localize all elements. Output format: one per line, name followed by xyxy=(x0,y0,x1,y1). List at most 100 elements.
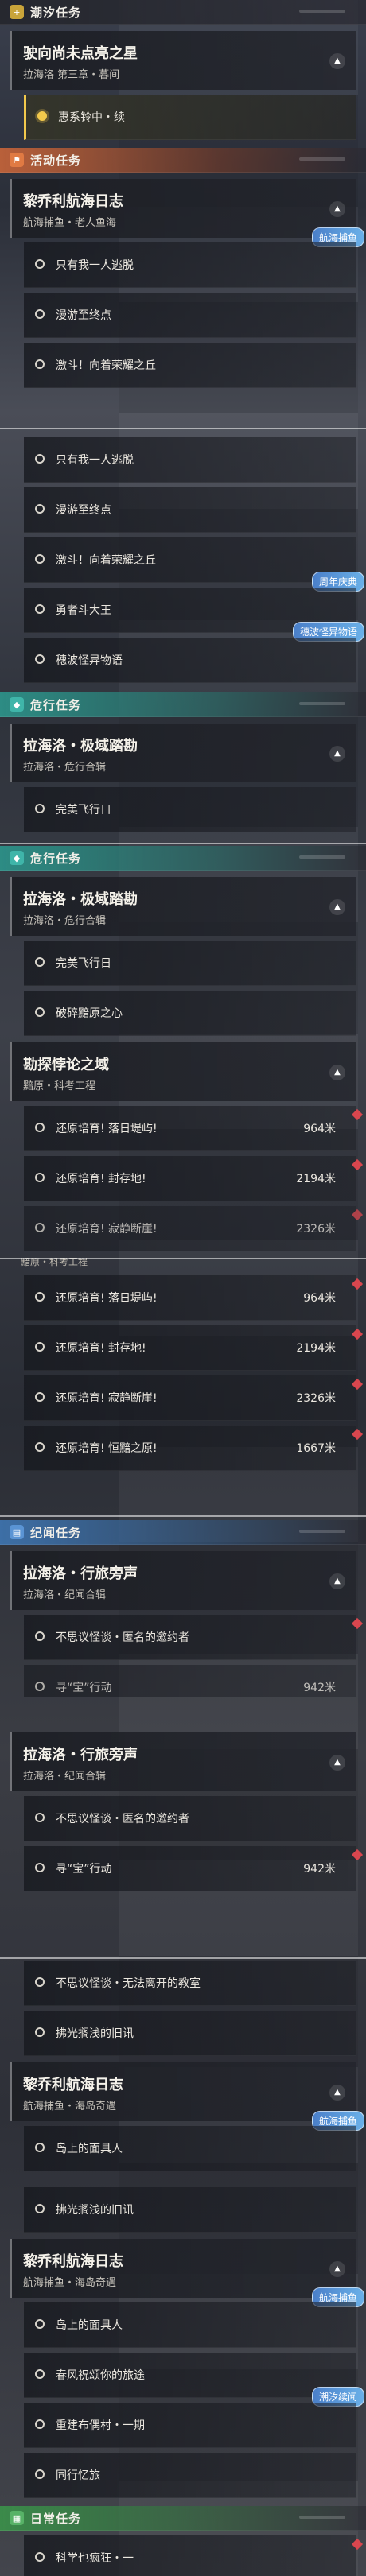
quest-item[interactable]: 只有我一人逃脱 xyxy=(24,242,356,288)
circle-icon xyxy=(35,804,45,813)
collapse-icon[interactable]: ▲ xyxy=(329,899,345,915)
quest-card[interactable]: 拉海洛・行旅旁声 拉海洛・纪闻合辑 ▲ xyxy=(10,1551,356,1610)
distance-label: 964米 xyxy=(303,1123,336,1135)
quest-item[interactable]: 不思议怪谈・无法离开的教室 xyxy=(24,1961,356,2006)
circle-icon xyxy=(35,2369,45,2379)
item-label: 春风祝颂你的旅途 xyxy=(56,2369,145,2382)
header-decoration xyxy=(299,157,345,161)
item-label: 还原培育! 寂静断崖! xyxy=(56,1392,158,1405)
quest-item[interactable]: 穗波怪异物语 xyxy=(24,638,356,683)
circle-icon xyxy=(35,2143,45,2152)
item-label: 岛上的面具人 xyxy=(56,2319,123,2332)
screenshot-divider xyxy=(0,1957,366,1959)
quest-item[interactable]: 还原培育! 封存地! 2194米 xyxy=(24,1156,364,1201)
quest-card[interactable]: 黎乔利航海日志 航海捕鱼・海岛奇遇 ▲ 航海捕鱼 xyxy=(10,2239,364,2307)
quest-item[interactable]: 拂光搁浅的旧讯 xyxy=(24,2011,356,2056)
collapse-icon[interactable]: ▲ xyxy=(329,2085,345,2101)
quest-card[interactable]: 黎乔利航海日志 航海捕鱼・海岛奇遇 ▲ 航海捕鱼 xyxy=(10,2062,364,2131)
map-marker-icon xyxy=(351,1208,364,1221)
item-label: 不思议怪谈・匿名的邀约者 xyxy=(56,1631,189,1644)
quest-item[interactable]: 完美飞行日 xyxy=(24,941,356,986)
collapse-icon[interactable]: ▲ xyxy=(329,2261,345,2277)
quest-title: 黎乔利航海日志 xyxy=(23,2077,123,2093)
quest-card[interactable]: 驶向尚未点亮之星 拉海洛 第三章・暮间 ▲ xyxy=(10,31,356,90)
screenshot-divider xyxy=(0,1258,366,1259)
quest-item[interactable]: 漫游至终点 xyxy=(24,487,356,533)
screenshot-explore-list: 黯原・科考工程 还原培育! 落日堤屿! 964米 还原培育! 封存地! 2194… xyxy=(0,1258,366,1515)
warning-icon: ◆ xyxy=(10,851,24,865)
quest-card[interactable]: 拉海洛・行旅旁声 拉海洛・纪闻合辑 ▲ xyxy=(10,1732,356,1791)
quest-item[interactable]: 同行忆旅 xyxy=(24,2453,356,2498)
section-header-danger[interactable]: ◆ 危行任务 xyxy=(0,692,366,717)
quest-item[interactable]: 不思议怪谈・匿名的邀约者 xyxy=(24,1796,356,1841)
item-label: 重建布偶村・一期 xyxy=(56,2419,145,2432)
circle-icon xyxy=(35,359,45,369)
map-marker-icon xyxy=(351,1108,364,1121)
section-header-lore[interactable]: ▤ 纪闻任务 xyxy=(0,1520,366,1545)
warning-icon: ◆ xyxy=(10,697,24,712)
section-header-danger[interactable]: ◆ 危行任务 xyxy=(0,846,366,871)
quest-item[interactable]: 激斗！向着荣耀之丘 周年庆典 xyxy=(24,537,364,592)
quest-item[interactable]: 寻“宝”行动 942米 xyxy=(24,1846,364,1891)
item-label: 穗波怪异物语 xyxy=(56,654,123,667)
circle-icon xyxy=(35,1682,45,1691)
distance-label: 2194米 xyxy=(296,1342,336,1355)
quest-item[interactable]: 还原培育! 寂静断崖! 2326米 xyxy=(24,1375,364,1421)
item-label: 只有我一人逃脱 xyxy=(56,454,134,467)
quest-item[interactable]: 完美飞行日 xyxy=(24,787,356,832)
section-header-daily[interactable]: ▦ 日常任务 xyxy=(0,2506,366,2531)
item-label: 破碎黯原之心 xyxy=(56,1007,123,1020)
quest-item[interactable]: 还原培育! 封存地! 2194米 xyxy=(24,1325,364,1371)
collapse-icon[interactable]: ▲ xyxy=(329,1755,345,1771)
circle-icon xyxy=(35,1342,45,1352)
quest-item[interactable]: 重建布偶村・一期 xyxy=(24,2403,356,2448)
quest-item[interactable]: 只有我一人逃脱 xyxy=(24,437,356,483)
circle-icon xyxy=(35,2204,45,2213)
quest-item[interactable]: 破碎黯原之心 xyxy=(24,991,356,1036)
plus-icon: + xyxy=(10,5,24,19)
quest-title: 黎乔利航海日志 xyxy=(23,2253,123,2270)
quest-item[interactable]: 还原培育! 落日堤屿! 964米 xyxy=(24,1106,364,1151)
quest-item[interactable]: 春风祝颂你的旅途 潮汐续闻 xyxy=(24,2353,364,2407)
quest-item[interactable]: 岛上的面具人 xyxy=(24,2126,356,2171)
quest-item[interactable]: 寻“宝”行动 942米 xyxy=(24,1665,356,1697)
collapse-icon[interactable]: ▲ xyxy=(329,1065,345,1080)
quest-item[interactable]: 还原培育! 寂静断崖! 2326米 xyxy=(24,1206,364,1251)
quest-item[interactable]: 还原培育! 恒黯之原! 1667米 xyxy=(24,1426,364,1471)
item-label: 寻“宝”行动 xyxy=(56,1682,112,1694)
quest-item[interactable]: 拂光搁浅的旧讯 xyxy=(24,2187,356,2233)
quest-card[interactable]: 拉海洛・极域踏勘 拉海洛・危行合辑 ▲ xyxy=(10,877,356,936)
quest-card[interactable]: 勘探悖论之域 黯原・科考工程 ▲ xyxy=(10,1042,356,1101)
quest-item[interactable]: 岛上的面具人 xyxy=(24,2302,356,2348)
quest-item-active[interactable]: 惠系铃中・续 xyxy=(24,95,356,140)
item-label: 还原培育! 落日堤屿! xyxy=(56,1123,158,1135)
collapse-icon[interactable]: ▲ xyxy=(329,53,345,69)
map-marker-icon xyxy=(351,2538,364,2551)
section-title: 危行任务 xyxy=(30,851,82,866)
collapse-icon[interactable]: ▲ xyxy=(329,1573,345,1589)
quest-item[interactable]: 激斗！向着荣耀之丘 xyxy=(24,343,356,388)
collapse-icon[interactable]: ▲ xyxy=(329,746,345,762)
quest-subtitle: 黯原・科考工程 xyxy=(23,1080,96,1092)
distance-label: 2194米 xyxy=(296,1173,336,1185)
screenshot-divider xyxy=(0,1515,366,1517)
quest-subtitle: 拉海洛・纪闻合辑 xyxy=(23,1589,107,1601)
quest-card[interactable]: 拉海洛・极域踏勘 拉海洛・危行合辑 ▲ xyxy=(10,724,356,782)
quest-subtitle: 航海捕鱼・海岛奇遇 xyxy=(23,2101,117,2112)
quest-item[interactable]: 还原培育! 落日堤屿! 964米 xyxy=(24,1275,364,1321)
circle-icon xyxy=(35,957,45,967)
quest-card[interactable]: 黎乔利航海日志 航海捕鱼・老人鱼海 ▲ 航海捕鱼 xyxy=(10,179,364,247)
collapse-icon[interactable]: ▲ xyxy=(329,201,345,217)
item-label: 拂光搁浅的旧讯 xyxy=(56,2204,134,2217)
circle-icon xyxy=(35,309,45,319)
item-label: 还原培育! 恒黯之原! xyxy=(56,1442,158,1455)
section-header-tide[interactable]: + 潮汐任务 xyxy=(0,0,366,25)
distance-label: 1667米 xyxy=(296,1442,336,1455)
quest-item[interactable]: 勇者斗大王 穗波怪异物语 xyxy=(24,588,364,642)
flag-icon: ⚑ xyxy=(10,153,24,167)
quest-item[interactable]: 科学也疯狂・一 xyxy=(24,2535,364,2576)
section-header-activity[interactable]: ⚑ 活动任务 xyxy=(0,148,366,173)
circle-icon xyxy=(35,504,45,514)
quest-item[interactable]: 不思议怪谈・匿名的邀约者 xyxy=(24,1615,364,1660)
quest-item[interactable]: 漫游至终点 xyxy=(24,293,356,338)
